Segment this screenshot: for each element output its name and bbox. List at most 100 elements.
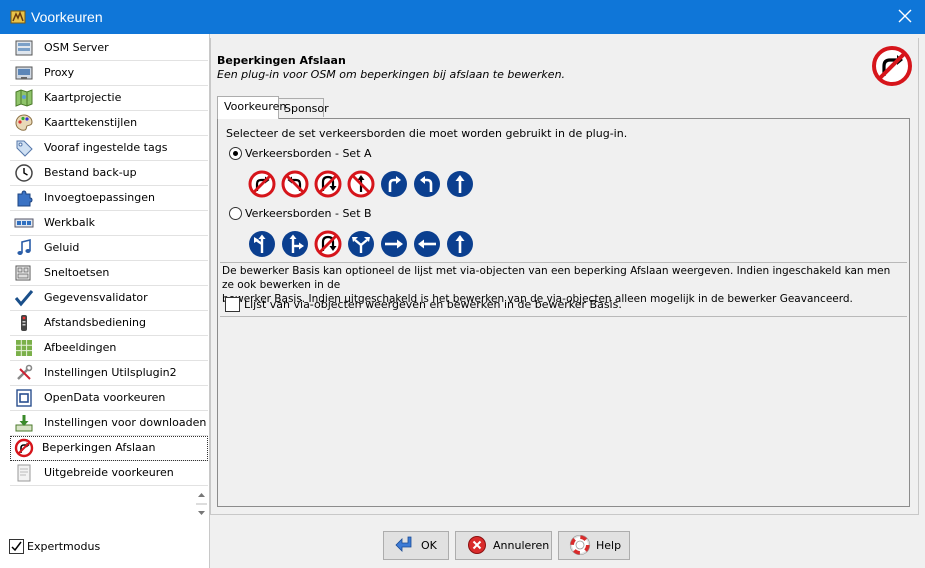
sidebar-item-label: Kaartprojectie xyxy=(44,91,122,104)
sidebar-item-label: Afbeeldingen xyxy=(44,341,117,354)
sidebar-item[interactable]: Vooraf ingestelde tags xyxy=(10,136,208,161)
only-right-turn-sign-icon xyxy=(282,231,308,257)
only-right-turn-sign-icon xyxy=(381,171,407,197)
no-right-turn-sign-icon xyxy=(248,170,276,198)
map-projection-icon xyxy=(15,89,33,107)
sidebar-scrollbar[interactable] xyxy=(195,489,208,519)
plugin-icon xyxy=(17,190,33,207)
set-a-radio[interactable] xyxy=(229,147,242,160)
josm-app-icon xyxy=(10,10,26,24)
music-note-icon xyxy=(17,238,31,255)
checkmark-icon xyxy=(14,290,34,307)
set-a-label[interactable]: Verkeersborden - Set A xyxy=(245,147,372,160)
sidebar-item-label: OpenData voorkeuren xyxy=(44,391,166,404)
turn-restriction-logo-icon xyxy=(872,46,912,86)
sidebar-item[interactable]: Instellingen Utilsplugin2 xyxy=(10,361,208,386)
cancel-button-label: Annuleren xyxy=(493,539,550,552)
basic-editor-description-line-1: De bewerker Basis kan optioneel de lijst… xyxy=(222,265,891,291)
sidebar-item-label: Vooraf ingestelde tags xyxy=(44,141,168,154)
help-button-label: Help xyxy=(596,539,622,552)
ok-button[interactable]: OK xyxy=(383,531,449,560)
close-icon[interactable] xyxy=(897,8,913,24)
tab-voorkeuren[interactable]: Voorkeuren xyxy=(217,96,286,119)
sidebar-item-label: Sneltoetsen xyxy=(44,266,110,279)
sidebar-item-label: Bestand back-up xyxy=(44,166,137,179)
clock-icon xyxy=(15,164,33,182)
sidebar-item-label: OSM Server xyxy=(44,41,109,54)
sidebar-item-label: Beperkingen Afslaan xyxy=(42,441,156,454)
section-divider xyxy=(220,262,907,263)
tools-icon xyxy=(17,364,33,380)
section-divider xyxy=(220,316,907,317)
set-b-radio[interactable] xyxy=(229,207,242,220)
download-icon xyxy=(15,415,33,432)
preferences-panel: Beperkingen Afslaan Een plug-in voor OSM… xyxy=(210,38,919,515)
window-title: Voorkeuren xyxy=(31,9,103,25)
sidebar-item[interactable]: Sneltoetsen xyxy=(10,261,208,286)
ok-arrow-icon xyxy=(395,536,412,552)
proxy-icon xyxy=(15,66,33,80)
sidebar-item[interactable]: Geluid xyxy=(10,236,208,261)
sidebar-item[interactable]: OSM Server xyxy=(10,36,208,61)
sidebar-item[interactable]: Afstandsbediening xyxy=(10,311,208,336)
only-right-arrow-sign-icon xyxy=(381,231,407,257)
turn-restriction-icon xyxy=(14,438,34,458)
via-objects-checkbox[interactable] xyxy=(225,297,240,312)
sidebar-item-label: Instellingen voor downloaden xyxy=(44,416,207,429)
ok-button-label: OK xyxy=(421,539,437,552)
sidebar-item-label: Proxy xyxy=(44,66,75,79)
osm-server-icon xyxy=(15,40,33,56)
panel-title: Beperkingen Afslaan xyxy=(217,54,346,67)
lifebuoy-icon xyxy=(569,535,591,555)
sidebar-item-label: Gegevensvalidator xyxy=(44,291,148,304)
no-u-turn-sign-icon xyxy=(314,230,342,258)
sidebar-item[interactable]: Invoegtoepassingen xyxy=(10,186,208,211)
sidebar-item[interactable]: Instellingen voor downloaden xyxy=(10,411,208,436)
sidebar-item[interactable]: Uitgebreide voorkeuren xyxy=(10,461,208,486)
tag-icon xyxy=(16,140,33,157)
palette-icon xyxy=(15,114,33,131)
set-b-label[interactable]: Verkeersborden - Set B xyxy=(245,207,372,220)
panel-description: Een plug-in voor OSM om beperkingen bij … xyxy=(217,68,566,81)
expert-mode-label: Expertmodus xyxy=(27,540,101,553)
tab-voorkeuren-label: Voorkeuren xyxy=(224,100,287,113)
preferences-nav-list: OSM Server Proxy Kaartprojectie Kaarttekens… xyxy=(10,36,208,486)
sidebar-item-label: Uitgebreide voorkeuren xyxy=(44,466,174,479)
only-left-turn-sign-icon xyxy=(414,171,440,197)
sidebar-item[interactable]: Werkbalk xyxy=(10,211,208,236)
advanced-preferences-icon xyxy=(17,464,31,482)
preferences-sidebar: OSM Server Proxy Kaartprojectie Kaarttekens… xyxy=(0,34,210,568)
only-left-arrow-sign-icon xyxy=(414,231,440,257)
cancel-icon xyxy=(468,536,486,554)
keyboard-icon xyxy=(15,265,31,281)
sidebar-item[interactable]: Afbeeldingen xyxy=(10,336,208,361)
remote-control-icon xyxy=(21,315,27,331)
expert-mode-checkbox[interactable] xyxy=(9,539,24,554)
sidebar-item-label: Instellingen Utilsplugin2 xyxy=(44,366,177,379)
imagery-grid-icon xyxy=(16,340,32,356)
sidebar-item-label: Afstandsbediening xyxy=(44,316,147,329)
sidebar-item-label: Invoegtoepassingen xyxy=(44,191,155,204)
sidebar-item-label: Geluid xyxy=(44,241,80,254)
sidebar-item[interactable]: Kaartprojectie xyxy=(10,86,208,111)
sidebar-item[interactable]: OpenData voorkeuren xyxy=(10,386,208,411)
only-left-turn-sign-icon xyxy=(249,231,275,257)
sidebar-item[interactable]: Bestand back-up xyxy=(10,161,208,186)
sidebar-item[interactable]: Kaarttekenstijlen xyxy=(10,111,208,136)
sidebar-item[interactable]: Proxy xyxy=(10,61,208,86)
cancel-button[interactable]: Annuleren xyxy=(455,531,552,560)
checkmark-icon xyxy=(11,541,22,552)
sidebar-item-label: Werkbalk xyxy=(44,216,96,229)
no-left-turn-sign-icon xyxy=(281,170,309,198)
opendata-icon xyxy=(16,389,32,407)
only-straight-on-sign-icon xyxy=(447,231,473,257)
help-button[interactable]: Help xyxy=(558,531,630,560)
sidebar-item[interactable]: Gegevensvalidator xyxy=(10,286,208,311)
sidebar-item[interactable]: Beperkingen Afslaan xyxy=(10,436,208,461)
only-left-or-right-sign-icon xyxy=(348,231,374,257)
sidebar-item-label: Kaarttekenstijlen xyxy=(44,116,138,129)
toolbar-icon xyxy=(14,218,34,228)
only-straight-on-sign-icon xyxy=(447,171,473,197)
via-objects-label[interactable]: Lijst van via-objecten weergeven en bewe… xyxy=(244,298,622,311)
voorkeuren-tab-panel: Selecteer de set verkeersborden die moet… xyxy=(217,118,910,507)
